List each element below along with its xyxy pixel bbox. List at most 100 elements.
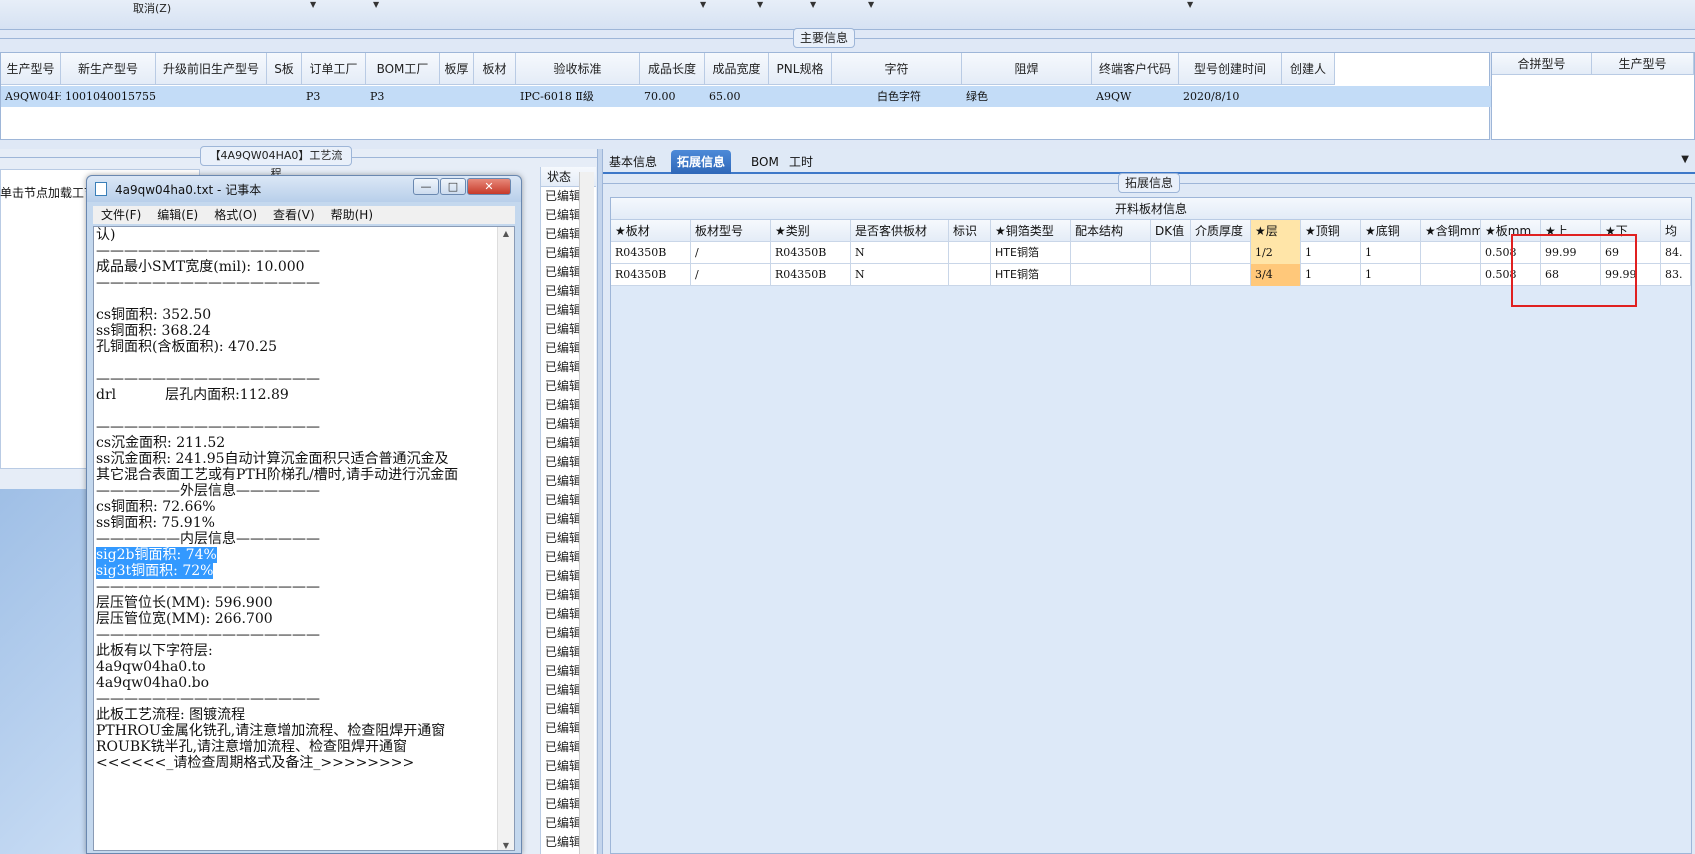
text-line: 4a9qw04ha0.to: [96, 659, 496, 675]
text-line: ————————————————: [96, 691, 496, 707]
vertical-scrollbar[interactable]: [579, 172, 594, 854]
chevron-down-icon[interactable]: ▼: [868, 0, 874, 9]
text-line-content: ——————内层信息——————: [96, 531, 320, 547]
text-line-content: <<<<<<_请检查周期格式及备注_>>>>>>>>: [96, 755, 415, 771]
col-header[interactable]: 新生产型号: [61, 53, 156, 85]
table-cell: R04350B: [611, 264, 691, 286]
col-header[interactable]: 合拼型号: [1492, 53, 1592, 75]
col-header[interactable]: 型号创建时间: [1179, 53, 1282, 85]
text-line-content: 孔铜面积(含板面积): 470.25: [96, 339, 278, 355]
text-line: ————————————————: [96, 275, 496, 291]
text-editor[interactable]: 认) ———————————————— 成品最小SMT宽度(mil): 10.000…: [93, 226, 515, 851]
minimize-button[interactable]: —: [413, 178, 439, 195]
maximize-button[interactable]: □: [440, 178, 466, 195]
col-header[interactable]: BOM工厂: [366, 53, 440, 85]
scroll-up-icon[interactable]: ▲: [498, 229, 514, 238]
col-header[interactable]: ★底铜: [1361, 220, 1421, 242]
col-header[interactable]: 生产型号: [1, 53, 61, 85]
chevron-down-icon[interactable]: ▼: [1187, 0, 1193, 9]
menu-edit[interactable]: 编辑(E): [149, 206, 206, 224]
main-info-title: 主要信息: [793, 28, 855, 48]
col-header[interactable]: 板厚: [440, 53, 474, 85]
text-line-content: ——————外层信息——————: [96, 483, 320, 499]
extended-info-title: 拓展信息: [1118, 173, 1180, 193]
table-cell: P3: [370, 90, 385, 103]
col-header[interactable]: 板材: [474, 53, 516, 85]
col-header[interactable]: DK值: [1151, 220, 1191, 242]
text-line: 层压管位长(MM): 596.900: [96, 595, 496, 611]
chevron-down-icon[interactable]: ▼: [700, 0, 706, 9]
window-title: 4a9qw04ha0.txt - 记事本: [115, 183, 262, 197]
col-header[interactable]: 订单工厂: [302, 53, 366, 85]
chevron-down-icon[interactable]: ▼: [1681, 154, 1689, 165]
table-cell: [1421, 242, 1481, 264]
process-flow-title: 【4A9QW04HA0】工艺流程: [200, 146, 352, 180]
col-header[interactable]: 生产型号: [1592, 53, 1694, 75]
col-header[interactable]: ★含铜mm: [1421, 220, 1481, 242]
text-line-content: ————————————————: [96, 691, 320, 707]
table-cell: [1191, 242, 1251, 264]
text-line-content: ————————————————: [96, 627, 320, 643]
text-line: cs沉金面积: 211.52: [96, 435, 496, 451]
tab-basic-info[interactable]: 基本信息: [603, 150, 663, 174]
table-cell: 1: [1301, 242, 1361, 264]
col-header[interactable]: 板材型号: [691, 220, 771, 242]
menu-file[interactable]: 文件(F): [93, 206, 149, 224]
text-line-content: cs铜面积: 352.50: [96, 307, 212, 323]
table-cell: [949, 264, 991, 286]
main-info-grid: 生产型号 新生产型号 升级前旧生产型号 S板 订单工厂 BOM工厂 板厚 板材 …: [0, 52, 1491, 140]
col-header[interactable]: 成品长度: [640, 53, 705, 85]
close-button[interactable]: ✕: [467, 178, 511, 195]
table-row[interactable]: A9QW04HA0 10010400157551 P3 P3 IPC-6018 …: [1, 86, 1491, 107]
table-cell: N: [851, 242, 949, 264]
table-cell: 83.: [1661, 264, 1691, 286]
col-header[interactable]: 验收标准: [516, 53, 640, 85]
cancel-button[interactable]: 取消(Z): [133, 0, 171, 16]
menu-view[interactable]: 查看(V): [265, 206, 323, 224]
chevron-down-icon[interactable]: ▼: [373, 0, 379, 9]
col-header[interactable]: 标识: [949, 220, 991, 242]
table-cell: [769, 86, 832, 107]
table-cell: [1071, 264, 1151, 286]
menu-bar: 文件(F) 编辑(E) 格式(O) 查看(V) 帮助(H): [93, 206, 515, 224]
table-cell: 10010400157551: [65, 90, 156, 103]
chevron-down-icon[interactable]: ▼: [757, 0, 763, 9]
chevron-down-icon[interactable]: ▼: [810, 0, 816, 9]
vertical-scrollbar[interactable]: ▲ ▼: [497, 227, 514, 850]
col-header[interactable]: 配本结构: [1071, 220, 1151, 242]
menu-help[interactable]: 帮助(H): [323, 206, 381, 224]
tab-work-hours[interactable]: 工时: [783, 150, 819, 174]
table-cell: IPC-6018 Ⅱ级: [520, 90, 594, 103]
tab-extended-info[interactable]: 拓展信息: [671, 150, 732, 174]
col-header[interactable]: ★顶铜: [1301, 220, 1361, 242]
col-header[interactable]: PNL规格: [769, 53, 832, 85]
scroll-down-icon[interactable]: ▼: [498, 841, 514, 850]
menu-format[interactable]: 格式(O): [206, 206, 265, 224]
window-titlebar[interactable]: 4a9qw04ha0.txt - 记事本 — □ ✕: [87, 176, 521, 202]
table-cell: 3/4: [1251, 264, 1301, 286]
text-line-content: 4a9qw04ha0.bo: [96, 675, 210, 691]
col-header[interactable]: 均: [1661, 220, 1691, 242]
table-cell: 1: [1361, 264, 1421, 286]
col-header[interactable]: 终端客户代码: [1092, 53, 1179, 85]
col-header[interactable]: 字符: [832, 53, 962, 85]
table-cell: P3: [306, 90, 321, 103]
col-header[interactable]: 升级前旧生产型号: [156, 53, 267, 85]
col-header[interactable]: 阻焊: [962, 53, 1092, 85]
tab-bom[interactable]: BOM: [745, 150, 785, 174]
notepad-window[interactable]: 4a9qw04ha0.txt - 记事本 — □ ✕ 文件(F) 编辑(E) 格…: [86, 175, 522, 854]
col-header[interactable]: 是否客供板材: [851, 220, 949, 242]
table-cell: HTE铜箔: [991, 264, 1071, 286]
chevron-down-icon[interactable]: ▼: [310, 0, 316, 9]
table-cell: 84.: [1661, 242, 1691, 264]
col-header[interactable]: ★铜箔类型: [991, 220, 1071, 242]
col-header[interactable]: ★板材: [611, 220, 691, 242]
table-cell: 1: [1361, 242, 1421, 264]
col-header[interactable]: 创建人: [1282, 53, 1335, 85]
text-line: ss铜面积: 75.91%: [96, 515, 496, 531]
col-header[interactable]: 介质厚度: [1191, 220, 1251, 242]
col-header[interactable]: ★类别: [771, 220, 851, 242]
col-header[interactable]: ★层: [1251, 220, 1301, 242]
col-header[interactable]: S板: [267, 53, 302, 85]
col-header[interactable]: 成品宽度: [705, 53, 769, 85]
